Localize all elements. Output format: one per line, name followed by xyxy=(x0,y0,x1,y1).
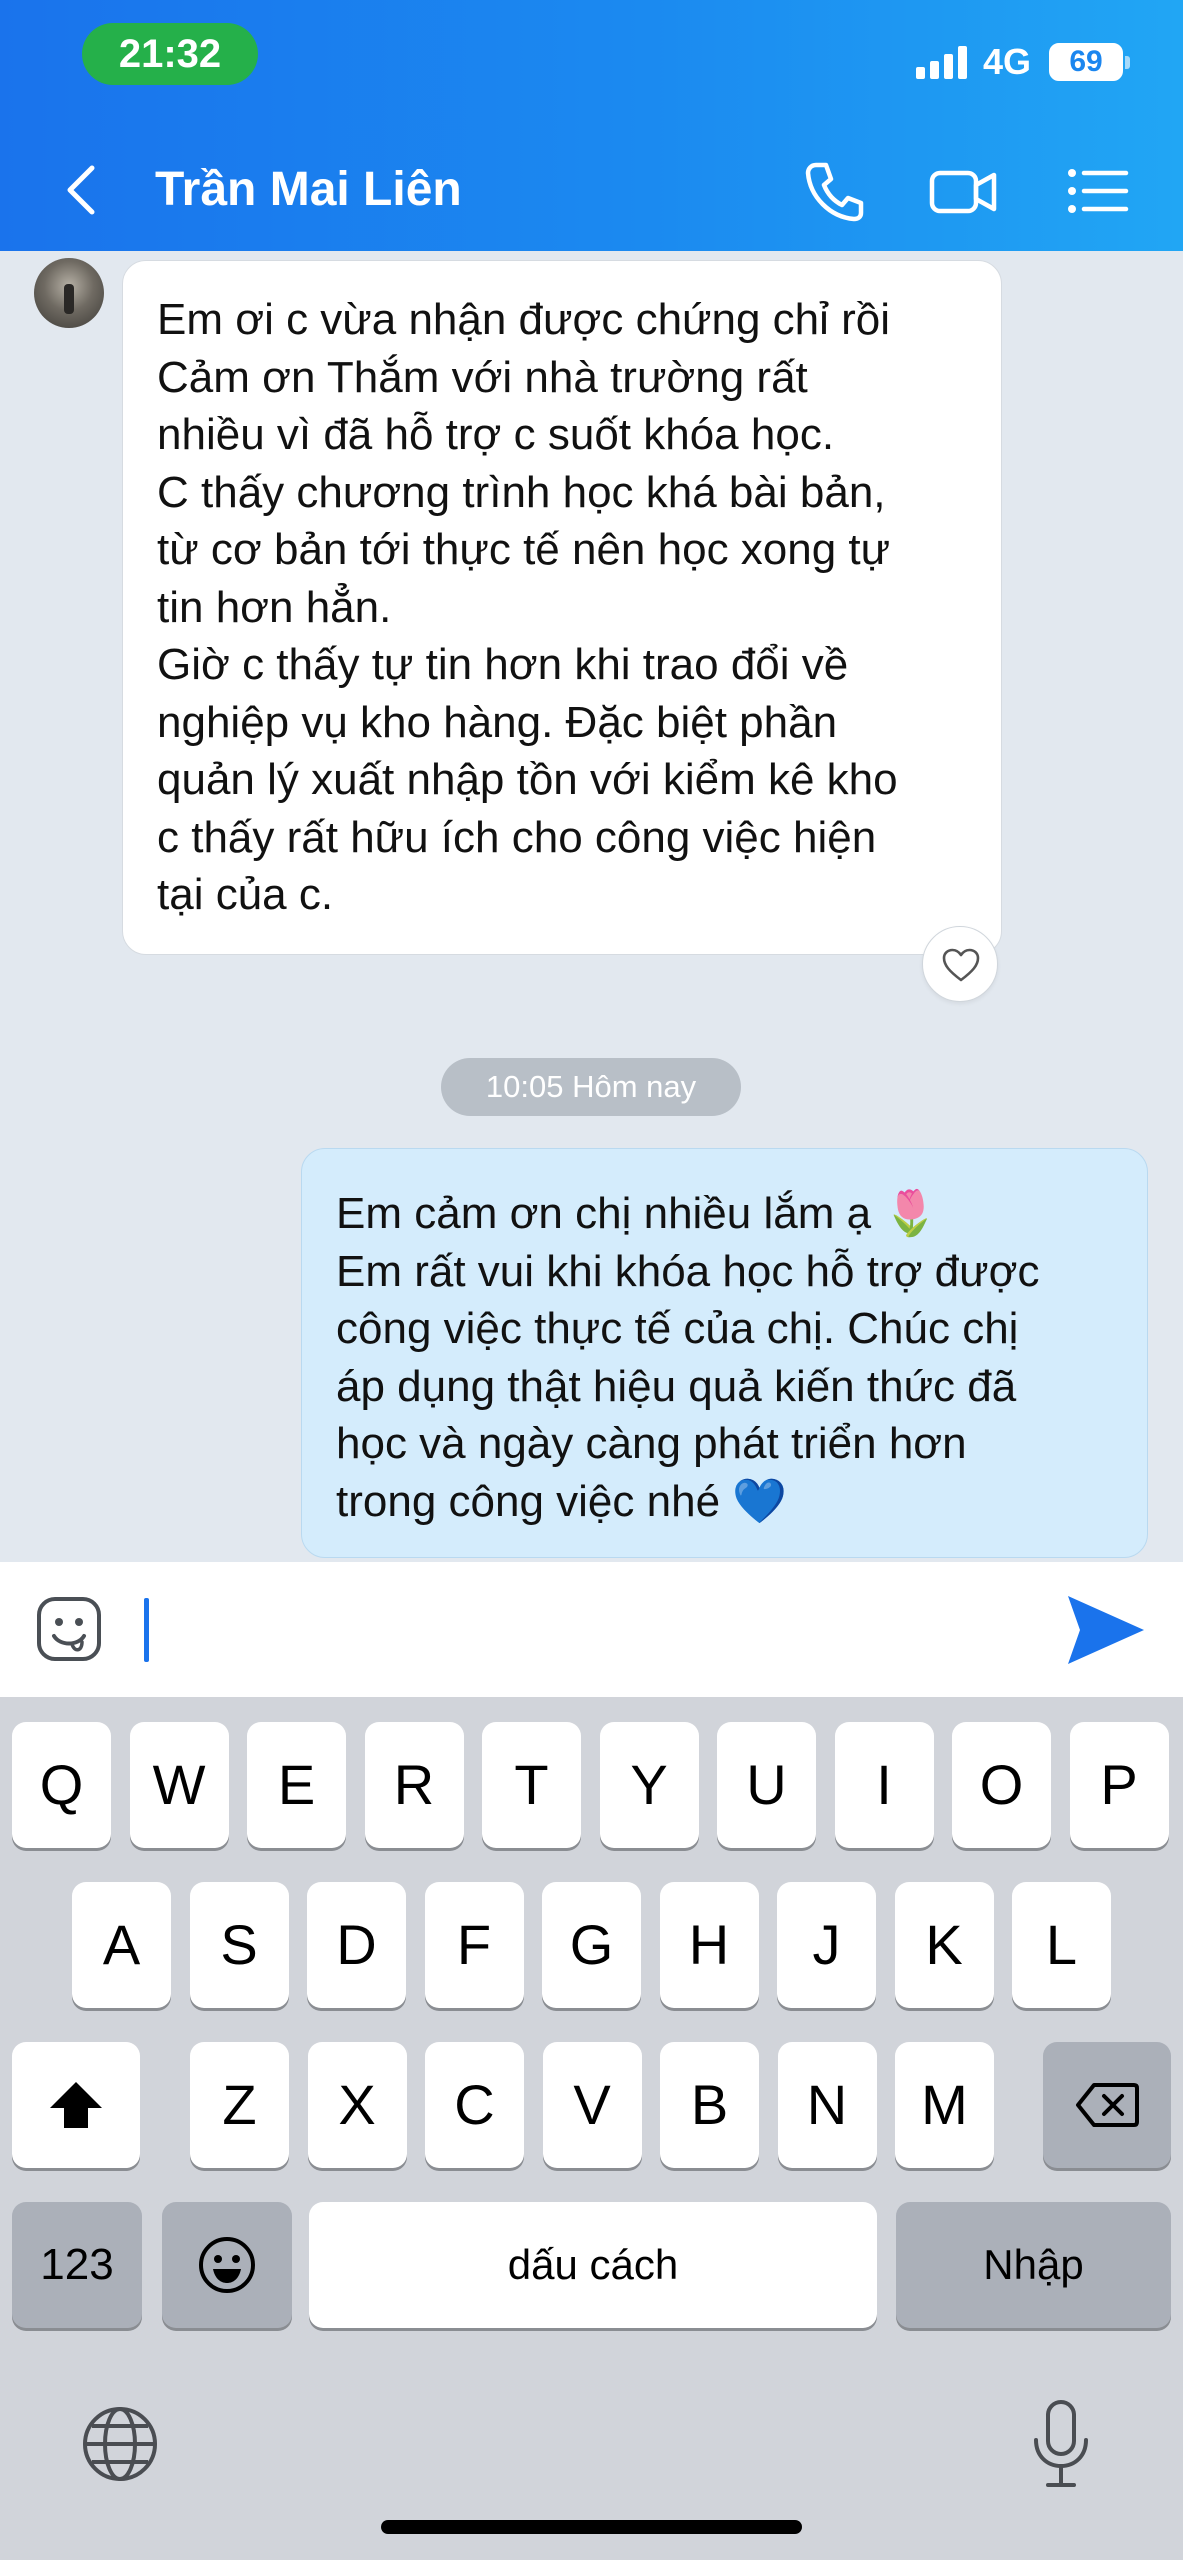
emoji-icon xyxy=(199,2237,255,2293)
key-j[interactable]: J xyxy=(777,1882,876,2008)
react-button[interactable] xyxy=(922,926,998,1002)
shift-key[interactable] xyxy=(12,2042,140,2168)
outgoing-message-text: Em cảm ơn chị nhiều lắm ạ 🌷 Em rất vui k… xyxy=(336,1189,1040,1526)
dictation-button[interactable] xyxy=(1030,2398,1092,2490)
call-button[interactable] xyxy=(798,155,870,227)
key-r[interactable]: R xyxy=(364,1722,464,1848)
heart-icon xyxy=(942,948,980,982)
numbers-key[interactable]: 123 xyxy=(12,2202,142,2328)
key-s[interactable]: S xyxy=(189,1882,289,2008)
key-u[interactable]: U xyxy=(717,1722,816,1848)
key-n[interactable]: N xyxy=(777,2042,877,2168)
sticker-button[interactable] xyxy=(34,1594,104,1664)
incoming-message-bubble[interactable]: Em ơi c vừa nhận được chứng chỉ rồi Cảm … xyxy=(122,260,1002,955)
shift-icon xyxy=(50,2082,102,2128)
contact-name[interactable]: Trần Mai Liên xyxy=(155,160,462,220)
key-t[interactable]: T xyxy=(482,1722,581,1848)
microphone-icon xyxy=(1034,2400,1088,2487)
return-key[interactable]: Nhập xyxy=(896,2202,1171,2328)
key-b[interactable]: B xyxy=(660,2042,759,2168)
key-i[interactable]: I xyxy=(834,1722,934,1848)
incoming-message-text: Em ơi c vừa nhận được chứng chỉ rồi Cảm … xyxy=(157,295,898,919)
chat-header: 21:32 4G 69 Trần Mai Liên xyxy=(0,0,1183,251)
status-time: 21:32 xyxy=(82,23,258,85)
key-z[interactable]: Z xyxy=(190,2042,289,2168)
globe-button[interactable] xyxy=(80,2404,160,2484)
home-indicator xyxy=(381,2520,802,2534)
delete-key[interactable] xyxy=(1043,2042,1171,2168)
key-c[interactable]: C xyxy=(425,2042,524,2168)
sticker-icon xyxy=(37,1597,101,1661)
time-separator: 10:05 Hôm nay xyxy=(441,1058,741,1116)
battery-icon: 69 xyxy=(1049,43,1130,81)
menu-button[interactable] xyxy=(1062,155,1134,227)
status-indicators: 4G 69 xyxy=(915,40,1130,84)
key-k[interactable]: K xyxy=(894,1882,994,2008)
phone-icon xyxy=(805,162,864,222)
key-p[interactable]: P xyxy=(1069,1722,1169,1848)
key-l[interactable]: L xyxy=(1012,1882,1111,2008)
message-composer xyxy=(0,1562,1183,1697)
outgoing-message-bubble[interactable]: Em cảm ơn chị nhiều lắm ạ 🌷 Em rất vui k… xyxy=(301,1148,1148,1558)
key-e[interactable]: E xyxy=(247,1722,346,1848)
back-button[interactable] xyxy=(58,160,108,220)
key-h[interactable]: H xyxy=(659,1882,759,2008)
key-y[interactable]: Y xyxy=(599,1722,699,1848)
emoji-key[interactable] xyxy=(162,2202,292,2328)
key-m[interactable]: M xyxy=(895,2042,994,2168)
key-a[interactable]: A xyxy=(72,1882,171,2008)
space-key[interactable]: dấu cách xyxy=(309,2202,877,2328)
contact-avatar[interactable] xyxy=(34,258,104,328)
key-g[interactable]: G xyxy=(542,1882,641,2008)
list-menu-icon xyxy=(1068,169,1129,213)
backspace-icon xyxy=(1076,2083,1139,2127)
battery-level: 69 xyxy=(1069,45,1103,78)
video-camera-icon xyxy=(929,170,997,214)
key-x[interactable]: X xyxy=(307,2042,407,2168)
key-d[interactable]: D xyxy=(307,1882,406,2008)
key-f[interactable]: F xyxy=(424,1882,524,2008)
text-input-caret[interactable] xyxy=(144,1598,149,1662)
key-v[interactable]: V xyxy=(542,2042,642,2168)
signal-icon xyxy=(915,45,967,79)
video-call-button[interactable] xyxy=(928,155,1000,227)
key-q[interactable]: Q xyxy=(12,1722,111,1848)
key-w[interactable]: W xyxy=(129,1722,229,1848)
globe-icon xyxy=(83,2407,157,2481)
chevron-left-icon xyxy=(67,165,95,215)
send-icon xyxy=(1068,1596,1144,1664)
key-o[interactable]: O xyxy=(952,1722,1051,1848)
send-button[interactable] xyxy=(1064,1592,1148,1668)
network-type: 4G xyxy=(982,41,1031,82)
